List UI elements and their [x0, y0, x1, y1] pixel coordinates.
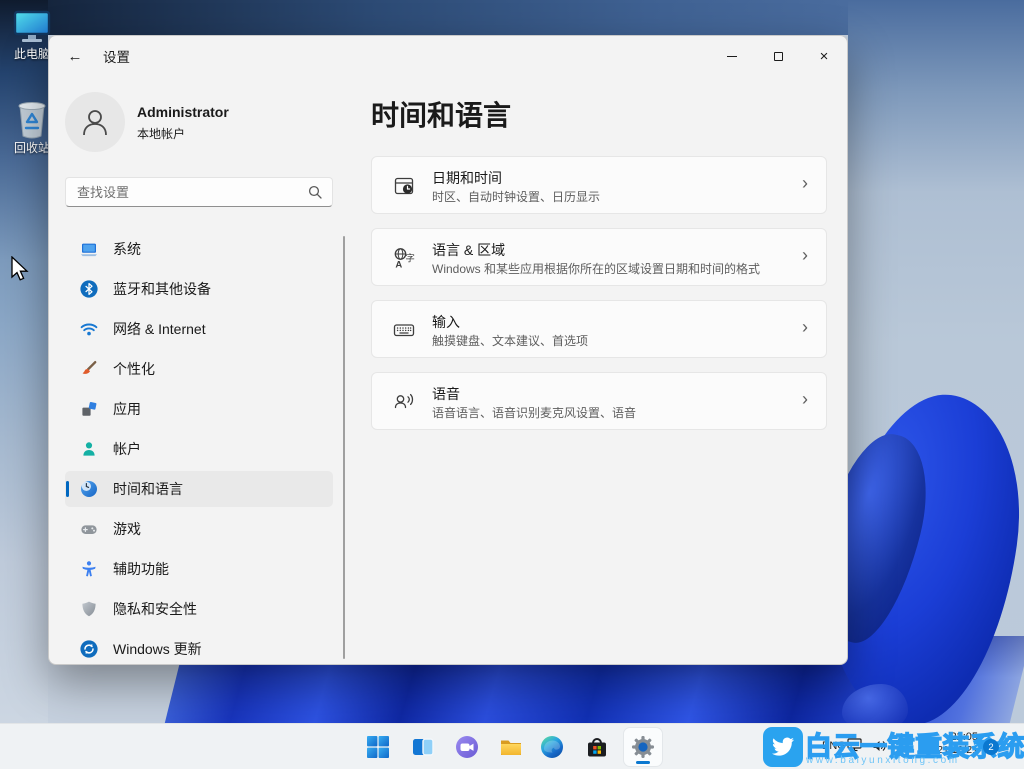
system-icon [79, 239, 99, 259]
file-explorer-button[interactable] [491, 727, 531, 767]
svg-text:A: A [395, 259, 402, 270]
sidebar-item-label: 隐私和安全性 [113, 599, 197, 619]
this-pc-icon [13, 10, 51, 46]
date-time-icon [392, 174, 416, 198]
sidebar-item-network[interactable]: 网络 & Internet [65, 311, 333, 347]
wallpaper-top [48, 0, 848, 35]
accessibility-icon [79, 559, 99, 579]
sidebar-item-label: 蓝牙和其他设备 [113, 279, 211, 299]
edge-icon [539, 734, 565, 760]
chevron-right-icon: › [802, 389, 808, 410]
window-title: 设置 [103, 46, 130, 66]
back-icon: ← [68, 48, 83, 65]
shield-icon [79, 599, 99, 619]
chevron-right-icon: › [802, 173, 808, 194]
settings-gear-icon [630, 734, 656, 760]
card-speech[interactable]: 语音 语音语言、语音识别麦克风设置、语音 › [371, 372, 827, 430]
card-subtitle: Windows 和某些应用根据你所在的区域设置日期和时间的格式 [432, 260, 760, 277]
language-region-icon: A 字 [392, 246, 416, 270]
sidebar-item-label: 应用 [113, 399, 141, 419]
sidebar-item-label: 系统 [113, 239, 141, 259]
sidebar-item-system[interactable]: 系统 [65, 231, 333, 267]
wifi-icon [79, 319, 99, 339]
account-type: 本地帐户 [137, 125, 185, 142]
watermark-twitter-icon [763, 727, 803, 767]
settings-window: ← 设置 × Administrator 本地帐户 [48, 35, 848, 665]
card-date-time[interactable]: 日期和时间 时区、自动时钟设置、日历显示 › [371, 156, 827, 214]
sidebar-item-label: 时间和语言 [113, 479, 183, 499]
bluetooth-icon [79, 279, 99, 299]
update-icon [79, 639, 99, 659]
main-pane: 时间和语言 日期和时间 时区、自动时钟设置、日历显示 › [371, 36, 827, 664]
back-button[interactable]: ← [59, 43, 91, 69]
task-view-icon [410, 734, 436, 760]
chat-icon [454, 734, 480, 760]
task-view-button[interactable] [403, 727, 443, 767]
speech-icon [392, 390, 416, 414]
card-subtitle: 语音语言、语音识别麦克风设置、语音 [432, 404, 636, 421]
settings-search[interactable] [65, 177, 333, 207]
store-button[interactable] [577, 727, 617, 767]
active-app-indicator [636, 761, 650, 764]
settings-cards: 日期和时间 时区、自动时钟设置、日历显示 › A 字 语言 & 区域 Windo… [371, 156, 827, 444]
sidebar-scrollbar[interactable] [343, 236, 345, 659]
card-language-region[interactable]: A 字 语言 & 区域 Windows 和某些应用根据你所在的区域设置日期和时间… [371, 228, 827, 286]
card-title: 输入 [432, 312, 460, 332]
start-button[interactable] [358, 727, 398, 767]
user-icon [78, 105, 112, 139]
card-subtitle: 时区、自动时钟设置、日历显示 [432, 188, 600, 205]
svg-text:字: 字 [405, 252, 415, 264]
settings-app-button[interactable] [623, 727, 663, 767]
gamepad-icon [79, 519, 99, 539]
notification-badge[interactable]: 2 [983, 739, 999, 755]
card-title: 日期和时间 [432, 168, 502, 188]
sidebar-item-label: 个性化 [113, 359, 155, 379]
sidebar-item-privacy[interactable]: 隐私和安全性 [65, 591, 333, 627]
chevron-right-icon: › [802, 245, 808, 266]
sidebar-nav: 系统 蓝牙和其他设备 网络 & Internet [65, 231, 333, 665]
notification-count: 2 [988, 742, 993, 753]
card-title: 语言 & 区域 [432, 240, 505, 260]
card-subtitle: 触摸键盘、文本建议、首选项 [432, 332, 588, 349]
watermark-url: www.baiyunxitong.com [806, 755, 960, 766]
sidebar-item-gaming[interactable]: 游戏 [65, 511, 333, 547]
account-name: Administrator [137, 104, 229, 120]
file-explorer-icon [498, 734, 524, 760]
keyboard-icon [392, 318, 416, 342]
card-title: 语音 [432, 384, 460, 404]
sidebar-item-label: 游戏 [113, 519, 141, 539]
sidebar-item-accounts[interactable]: 帐户 [65, 431, 333, 467]
sidebar-item-label: Windows 更新 [113, 639, 202, 659]
sidebar-item-label: 辅助功能 [113, 559, 169, 579]
store-icon [584, 734, 610, 760]
sidebar-item-personalization[interactable]: 个性化 [65, 351, 333, 387]
sidebar-item-accessibility[interactable]: 辅助功能 [65, 551, 333, 587]
chat-button[interactable] [447, 727, 487, 767]
sidebar-item-windows-update[interactable]: Windows 更新 [65, 631, 333, 665]
sidebar-item-time-language[interactable]: 时间和语言 [65, 471, 333, 507]
sidebar-item-apps[interactable]: 应用 [65, 391, 333, 427]
mouse-cursor [10, 256, 30, 289]
search-input[interactable] [66, 185, 308, 200]
search-icon [308, 185, 322, 199]
brush-icon [79, 359, 99, 379]
page-title: 时间和语言 [371, 94, 511, 134]
accounts-icon [79, 439, 99, 459]
sidebar-item-label: 帐户 [113, 439, 141, 459]
apps-icon [79, 399, 99, 419]
edge-button[interactable] [532, 727, 572, 767]
sidebar-item-bluetooth[interactable]: 蓝牙和其他设备 [65, 271, 333, 307]
chevron-right-icon: › [802, 317, 808, 338]
card-input[interactable]: 输入 触摸键盘、文本建议、首选项 › [371, 300, 827, 358]
selection-accent-bar [66, 481, 69, 497]
avatar[interactable] [65, 92, 125, 152]
time-language-icon [79, 479, 99, 499]
sidebar-item-label: 网络 & Internet [113, 319, 206, 339]
recycle-bin-icon [14, 98, 50, 140]
windows-start-icon [365, 734, 391, 760]
